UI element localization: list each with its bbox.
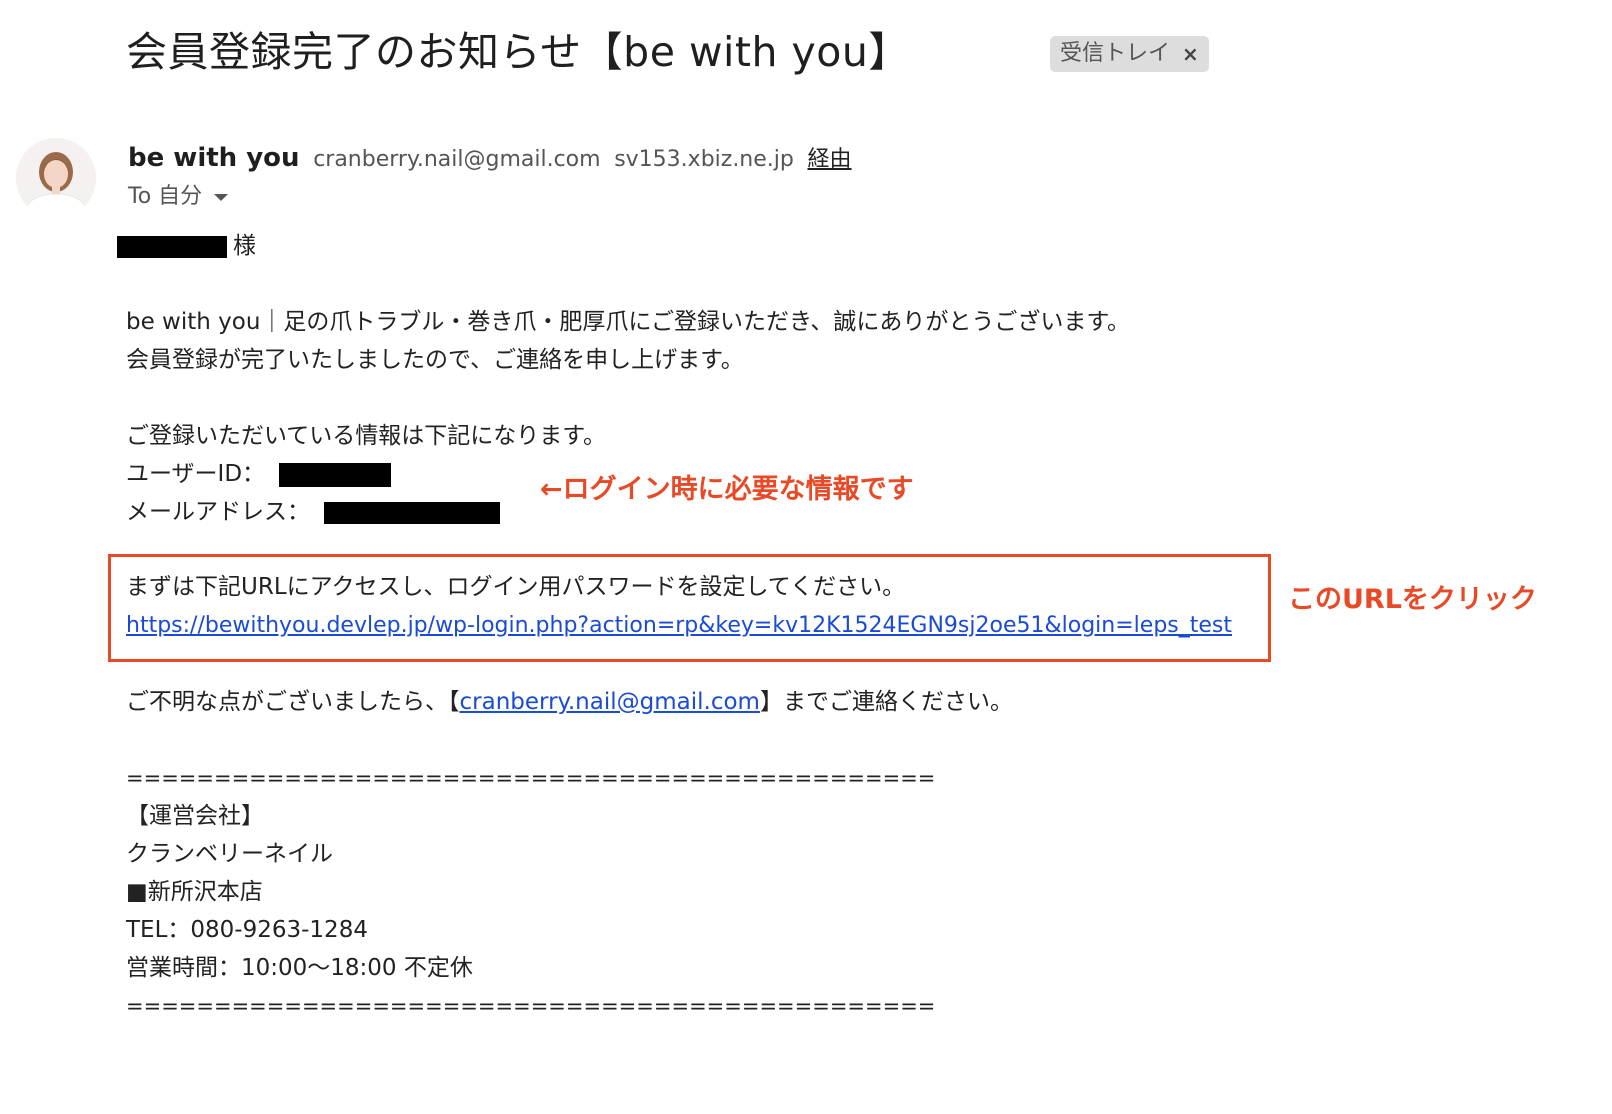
company-heading: 【運営会社】 (126, 803, 264, 829)
sender-avatar[interactable] (16, 138, 96, 218)
intro-line-2: 会員登録が完了いたしましたので、ご連絡を申し上げます。 (126, 347, 744, 373)
info-heading: ご登録いただいている情報は下記になります。 (126, 423, 607, 449)
contact-line: ご不明な点がございましたら、【cranberry.nail@gmail.com】… (126, 683, 1013, 721)
annotation-click-url: このURLをクリック (1288, 584, 1537, 615)
contact-email-link[interactable]: cranberry.nail@gmail.com (460, 689, 760, 715)
telephone: TEL：080-9263-1284 (126, 917, 368, 943)
redacted-email-address[interactable] (324, 502, 500, 524)
sender-email: cranberry.nail@gmail.com (313, 147, 601, 172)
contact-prefix: ご不明な点がございましたら、【 (126, 689, 460, 715)
annotation-login-info: ←ログイン時に必要な情報です (540, 474, 914, 505)
close-icon[interactable]: × (1182, 36, 1199, 72)
greeting-suffix: 様 (233, 233, 256, 259)
redacted-recipient-name (117, 236, 227, 258)
signature-divider-bottom: ========================================… (126, 994, 936, 1018)
sender-name[interactable]: be with you (128, 143, 300, 173)
email-subject: 会員登録完了のお知らせ【be with you】 (126, 28, 910, 76)
sender-server: sv153.xbiz.ne.jp (614, 147, 794, 172)
email-address-label: メールアドレス： (126, 499, 310, 525)
via-link[interactable]: 経由 (808, 147, 852, 172)
redacted-user-id (279, 463, 391, 487)
recipient-dropdown[interactable]: To 自分 (128, 180, 229, 214)
email-row: メールアドレス： (126, 493, 310, 531)
contact-suffix: 】までご連絡ください。 (759, 689, 1013, 715)
sender-info: be with you cranberry.nail@gmail.com sv1… (128, 140, 852, 178)
business-hours: 営業時間：10:00〜18:00 不定休 (126, 955, 473, 981)
user-id-label: ユーザーID： (126, 461, 266, 487)
inbox-label-text: 受信トレイ (1060, 41, 1171, 66)
password-reset-link[interactable]: https://bewithyou.devlep.jp/wp-login.php… (126, 607, 1232, 645)
company-name: クランベリーネイル (126, 841, 333, 867)
avatar-illustration (16, 138, 96, 218)
recipient-label: To 自分 (128, 184, 203, 209)
user-id-row: ユーザーID： (126, 455, 265, 493)
chevron-down-icon[interactable] (214, 193, 229, 201)
store-name: ■新所沢本店 (126, 879, 263, 905)
signature-divider-top: ========================================… (126, 766, 936, 790)
url-instruction: まずは下記URLにアクセスし、ログイン用パスワードを設定してください。 (126, 574, 906, 600)
inbox-label-chip[interactable]: 受信トレイ × (1050, 36, 1209, 72)
intro-line-1: be with you｜足の爪トラブル・巻き爪・肥厚爪にご登録いただき、誠にあり… (126, 309, 1131, 335)
